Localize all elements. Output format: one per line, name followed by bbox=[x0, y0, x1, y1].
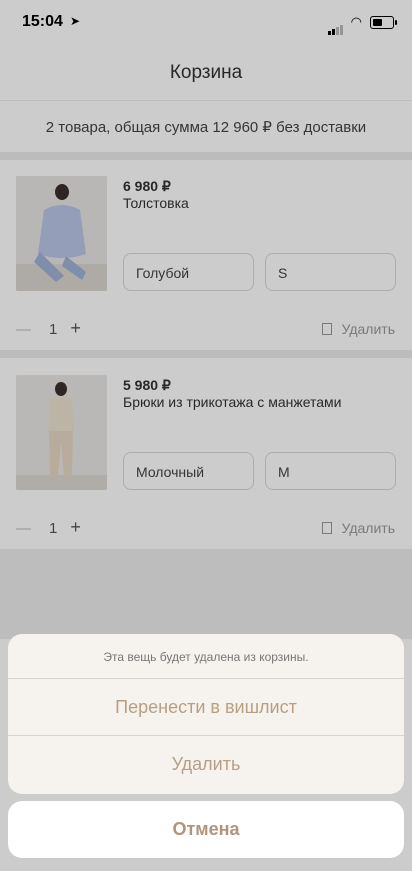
move-to-wishlist-button[interactable]: Перенести в вишлист bbox=[8, 679, 404, 735]
action-sheet-message: Эта вещь будет удалена из корзины. bbox=[103, 650, 309, 664]
confirm-delete-button[interactable]: Удалить bbox=[8, 736, 404, 792]
action-sheet: Эта вещь будет удалена из корзины. Перен… bbox=[8, 634, 404, 794]
home-indicator[interactable] bbox=[137, 861, 277, 866]
cancel-button[interactable]: Отмена bbox=[8, 801, 404, 858]
